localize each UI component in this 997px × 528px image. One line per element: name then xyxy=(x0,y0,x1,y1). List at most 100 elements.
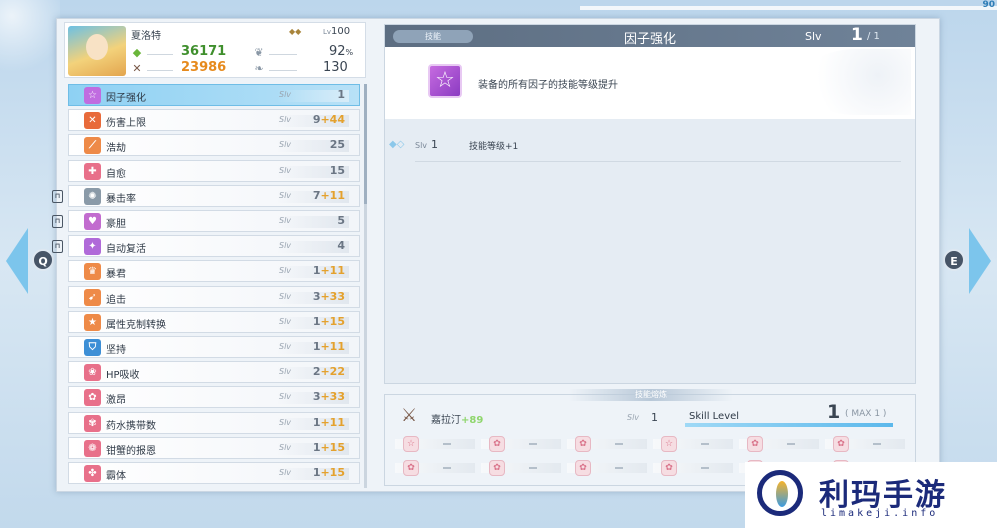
crown-icon: ◆◆ xyxy=(289,27,302,36)
potion-icon: ✾ xyxy=(84,414,101,432)
character-name: 夏洛特 xyxy=(131,31,161,42)
stat-dash xyxy=(147,54,173,55)
slv-label: Slv xyxy=(279,216,292,225)
skill-row[interactable]: ➹ 追击 Slv 3+33 xyxy=(68,285,360,308)
prev-key-label: Q xyxy=(32,249,54,271)
skill-level: 1+11 xyxy=(313,264,345,277)
slot-empty-dash xyxy=(873,443,881,445)
slv-max: / 1 xyxy=(867,31,880,42)
skill-level-bonus: +11 xyxy=(320,264,345,278)
material-slot[interactable]: ☆ xyxy=(653,435,733,453)
material-slot[interactable]: ☆ xyxy=(395,435,475,453)
skill-row[interactable]: ✚ 自愈 Slv 15 xyxy=(68,159,360,182)
skill-row[interactable]: ❁ 钳蟹的报恩 Slv 1+15 xyxy=(68,436,360,459)
skill-row[interactable]: ⊓ ♥ 豪胆 Slv 5 xyxy=(52,210,360,232)
slot-empty-dash xyxy=(701,467,709,469)
material-slot[interactable]: ✿ xyxy=(653,459,733,477)
slv-label: Slv xyxy=(279,90,292,99)
stat-dash xyxy=(269,70,297,71)
skill-level-value: 1 xyxy=(827,401,841,423)
scrollbar-thumb[interactable] xyxy=(364,84,367,204)
level-number: 1 xyxy=(431,138,438,151)
corner-number: 90 xyxy=(982,0,995,10)
skill-row[interactable]: ★ 属性克制转换 Slv 1+15 xyxy=(68,310,360,333)
heart-icon: ♥ xyxy=(84,213,101,230)
skill-level-bonus: +33 xyxy=(320,390,345,404)
skill-list-scrollbar[interactable] xyxy=(364,84,367,488)
skill-level-value: 1 xyxy=(337,88,345,101)
slot-empty-dash xyxy=(701,443,709,445)
star-material-icon: ☆ xyxy=(661,436,677,452)
star-icon: ☆ xyxy=(84,87,101,104)
wing-decoration xyxy=(801,49,911,115)
skill-name: 自动复活 xyxy=(106,244,146,256)
pink-material-icon: ✿ xyxy=(489,460,505,476)
slv-label: Slv xyxy=(279,316,292,326)
skill-level-value: 5 xyxy=(337,214,345,227)
sword-icon: ✕ xyxy=(132,62,142,75)
skill-level: 4 xyxy=(337,239,345,252)
material-slot[interactable]: ✿ xyxy=(825,435,905,453)
slot-empty-dash xyxy=(615,443,623,445)
character-level: Lv100 xyxy=(323,26,351,37)
slv-label: Slv xyxy=(805,30,822,43)
skill-row[interactable]: ☆ 因子强化 Slv 1 xyxy=(68,84,360,106)
prev-character-button[interactable]: Q xyxy=(6,228,54,294)
chevron-right-icon xyxy=(969,228,991,294)
next-character-button[interactable]: E xyxy=(943,228,991,294)
divider xyxy=(415,161,901,162)
skill-name: HP吸收 xyxy=(106,370,140,382)
slv-label: Slv xyxy=(279,442,292,452)
slv-label: Slv xyxy=(279,367,292,377)
skill-level-value: 25 xyxy=(329,138,345,152)
skill-name: 钳蟹的报恩 xyxy=(106,445,156,457)
skill-name: 伤害上限 xyxy=(106,118,146,130)
armor-icon: ✤ xyxy=(84,465,101,482)
material-slot[interactable]: ✿ xyxy=(567,459,647,477)
skill-row[interactable]: ⊓ ✺ 暴击率 Slv 7+11 xyxy=(52,184,360,207)
skill-name: 浩劫 xyxy=(106,143,126,155)
element-icon: ★ xyxy=(84,313,101,331)
material-slot[interactable]: ✿ xyxy=(395,459,475,477)
skill-row[interactable]: ✕ 伤害上限 Slv 9+44 xyxy=(68,109,360,132)
skill-level: 1+11 xyxy=(313,416,345,429)
skill-level-bonus: +11 xyxy=(320,188,345,202)
skill-level-bonus: +15 xyxy=(320,314,345,328)
skill-list: ☆ 因子强化 Slv 1 ✕ 伤害上限 Slv 9+44 ⟋ 浩劫 Slv 25 ✚ 自愈 Slv 15 ⊓ ✺ 暴… xyxy=(52,82,360,488)
slv-current: 1 xyxy=(851,25,863,45)
material-slot[interactable]: ✿ xyxy=(481,459,561,477)
crab-icon: ❁ xyxy=(84,439,101,457)
skill-row[interactable]: ⊓ ✦ 自动复活 Slv 4 xyxy=(52,235,360,258)
materials-tab[interactable]: 技能熔炼 xyxy=(569,389,733,401)
skill-level: 1+15 xyxy=(313,441,345,454)
background-light-streak xyxy=(580,6,997,10)
material-slot[interactable]: ✿ xyxy=(739,435,819,453)
skill-row[interactable]: ⟋ 浩劫 Slv 25 xyxy=(68,134,360,157)
slv-label: Slv xyxy=(279,266,292,276)
skill-row[interactable]: ♛ 暴君 Slv 1+11 xyxy=(68,260,360,283)
level-effect-text: 技能等级+1 xyxy=(469,142,519,152)
lock-icon: ⊓ xyxy=(52,215,63,228)
watermark-url: limakeji.info xyxy=(821,508,939,519)
skill-row[interactable]: ✿ 激昂 Slv 3+33 xyxy=(68,386,360,409)
fervor-icon: ✿ xyxy=(84,389,101,407)
skill-row[interactable]: ⛉ 坚持 Slv 1+11 xyxy=(68,336,360,358)
material-slot[interactable]: ✿ xyxy=(481,435,561,453)
slv-label: Slv xyxy=(279,241,292,251)
slv-label: Slv xyxy=(279,392,292,402)
slv-label: Slv xyxy=(279,115,292,125)
skill-row[interactable]: ✤ 霸体 Slv 1+15 xyxy=(68,462,360,484)
slot-empty-dash xyxy=(615,467,623,469)
skill-name: 豪胆 xyxy=(106,219,126,230)
skill-level: 25 xyxy=(330,138,345,151)
skill-name: 追击 xyxy=(106,294,126,306)
skill-row[interactable]: ❀ HP吸收 Slv 2+22 xyxy=(68,361,360,384)
skill-row[interactable]: ✾ 药水携带数 Slv 1+11 xyxy=(68,411,360,434)
material-slot[interactable]: ✿ xyxy=(567,435,647,453)
slot-empty-dash xyxy=(529,443,537,445)
background-wing-decoration xyxy=(0,0,60,80)
level-effect-row: ◆◇ Slv 1 技能等级+1 xyxy=(385,131,915,167)
skill-level: 2+22 xyxy=(313,365,345,378)
skill-level-bonus: +15 xyxy=(320,466,345,479)
skill-level-bar xyxy=(685,423,893,427)
